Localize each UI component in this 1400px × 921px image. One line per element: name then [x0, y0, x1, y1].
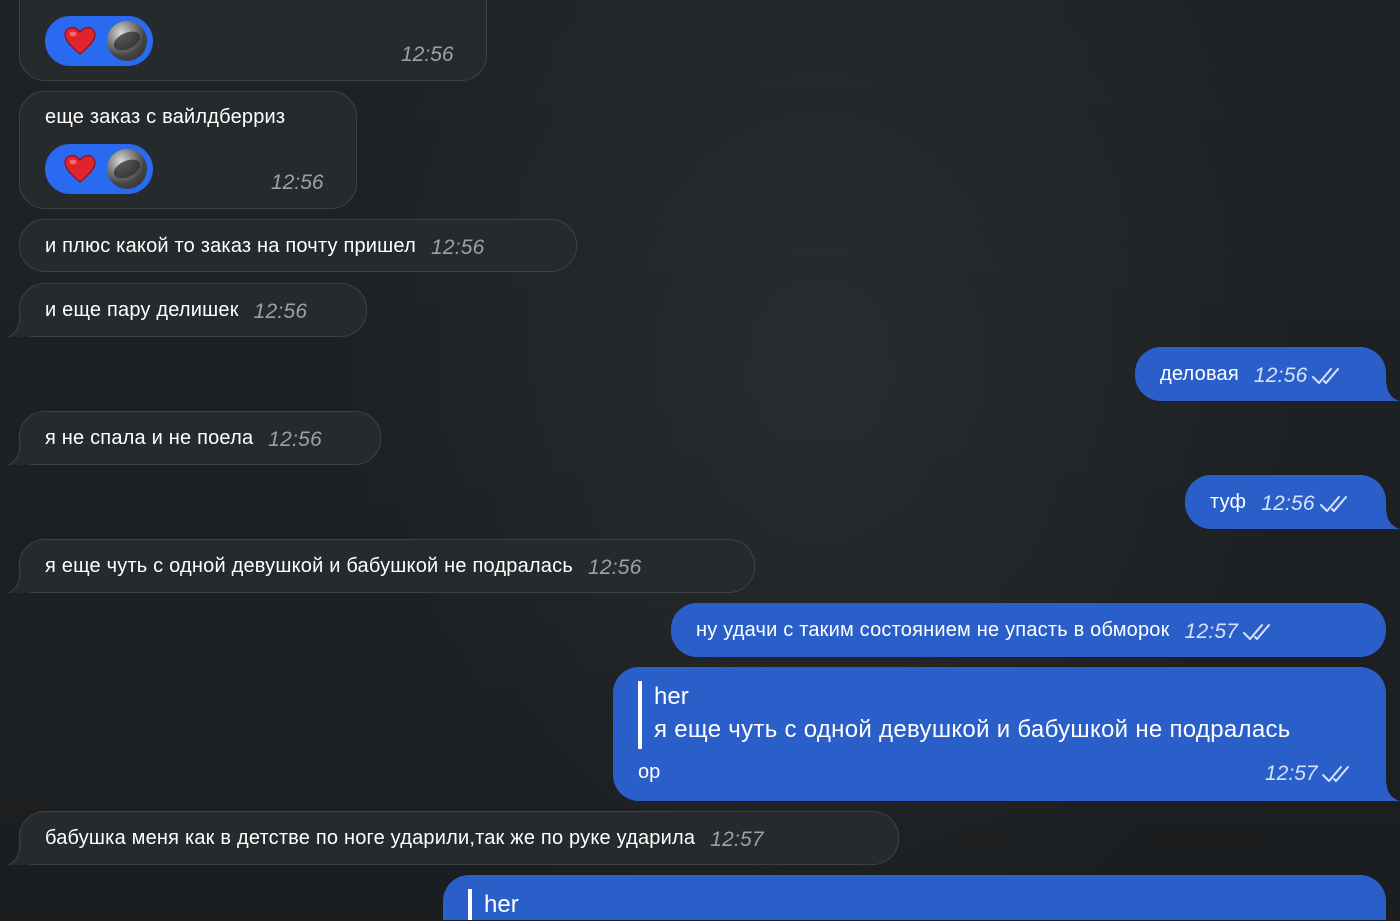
message-time: 12:56	[430, 235, 485, 259]
reaction-pill[interactable]	[45, 16, 153, 66]
avatar	[107, 149, 147, 189]
message-text: и еще пару делишек	[45, 299, 239, 321]
bubble-tail	[1376, 777, 1400, 801]
message-text: деловая	[1160, 363, 1239, 385]
reply-author: her	[654, 683, 689, 710]
message-time: 12:56	[401, 43, 454, 66]
message-incoming[interactable]: еще заказ с вайлдберриз 12:56	[19, 91, 357, 209]
message-outgoing[interactable]: туф 12:56	[1185, 475, 1400, 529]
message-outgoing[interactable]: her	[443, 875, 1386, 920]
message-text: я не спала и не поела	[45, 427, 254, 449]
message-time: 12:56	[1253, 364, 1308, 387]
avatar	[107, 21, 147, 61]
double-check-icon	[1319, 496, 1347, 512]
message-incoming[interactable]: и плюс какой то заказ на почту пришел 12…	[19, 219, 577, 272]
message-time: 12:56	[1261, 492, 1315, 515]
message-time: 12:56	[587, 556, 642, 579]
bubble-tail	[8, 313, 30, 337]
heart-icon	[64, 26, 96, 55]
message-incoming[interactable]: 12:56	[19, 0, 487, 81]
message-text: ор	[638, 761, 661, 783]
reply-author: her	[484, 891, 519, 918]
message-time: 12:57	[710, 828, 764, 851]
reaction-pill[interactable]	[45, 144, 153, 194]
message-text: ну удачи с таким состоянием не упасть в …	[696, 619, 1170, 641]
message-time: 12:57	[1265, 762, 1318, 785]
message-time: 12:56	[253, 300, 308, 323]
double-check-icon	[1243, 624, 1271, 640]
bubble-tail	[8, 441, 30, 465]
message-text: я еще чуть с одной девушкой и бабушкой н…	[45, 555, 573, 577]
message-time: 12:56	[271, 171, 324, 194]
double-check-icon	[1322, 766, 1349, 782]
message-outgoing[interactable]: her я еще чуть с одной девушкой и бабушк…	[613, 667, 1400, 801]
message-incoming[interactable]: бабушка меня как в детстве по ноге удари…	[8, 811, 899, 865]
reply-text: я еще чуть с одной девушкой и бабушкой н…	[654, 716, 1291, 743]
bubble-tail	[1376, 505, 1400, 529]
double-check-icon	[1312, 368, 1340, 384]
message-outgoing[interactable]: деловая 12:56	[1135, 347, 1400, 401]
message-text: бабушка меня как в детстве по ноге удари…	[45, 827, 696, 849]
heart-icon	[64, 154, 96, 183]
message-text: и плюс какой то заказ на почту пришел	[45, 234, 416, 257]
message-list[interactable]: 12:56 еще заказ с вайлдберриз 12:56 и пл…	[0, 0, 1400, 920]
message-time: 12:56	[268, 428, 322, 451]
reply-quote[interactable]: her	[468, 889, 519, 920]
bubble-tail	[8, 569, 30, 593]
bubble-tail	[8, 841, 30, 865]
message-text: еще заказ с вайлдберриз	[45, 106, 286, 128]
reply-quote[interactable]: her я еще чуть с одной девушкой и бабушк…	[638, 681, 1291, 749]
message-incoming[interactable]: я еще чуть с одной девушкой и бабушкой н…	[8, 539, 755, 593]
message-incoming[interactable]: я не спала и не поела 12:56	[8, 411, 381, 465]
bubble-tail	[1376, 377, 1400, 401]
message-incoming[interactable]: и еще пару делишек 12:56	[8, 283, 367, 337]
message-time: 12:57	[1184, 620, 1239, 643]
message-outgoing[interactable]: ну удачи с таким состоянием не упасть в …	[671, 603, 1386, 657]
message-text: туф	[1210, 491, 1247, 513]
